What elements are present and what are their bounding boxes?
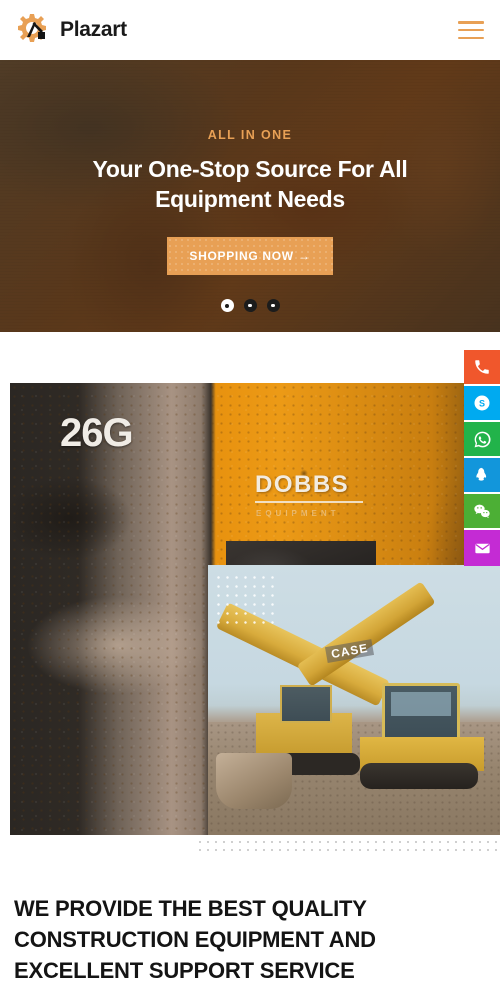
phone-icon[interactable]	[464, 350, 500, 386]
qq-icon[interactable]	[464, 458, 500, 494]
svg-text:S: S	[479, 398, 485, 408]
carousel-dot-1[interactable]	[220, 299, 234, 312]
dot-decoration	[214, 573, 280, 627]
hamburger-menu-icon[interactable]	[458, 20, 484, 40]
shopping-now-button[interactable]: SHOPPING NOW →	[167, 236, 333, 275]
hamburger-bar	[458, 21, 484, 24]
brand-logo-link[interactable]: Plazart	[14, 12, 127, 48]
email-icon[interactable]	[464, 530, 500, 566]
case-excavator-yard-image: CASE	[208, 565, 500, 835]
hero-title: Your One-Stop Source For All Equipment N…	[92, 156, 408, 213]
brand-name: Plazart	[60, 18, 127, 41]
about-heading: WE PROVIDE THE BEST QUALITY CONSTRUCTION…	[14, 896, 376, 984]
dobbs-rule	[255, 501, 363, 503]
social-contact-rail: S	[464, 350, 500, 566]
carousel-dots	[0, 299, 500, 312]
hero-carousel: ALL IN ONE Your One-Stop Source For All …	[0, 60, 500, 332]
wechat-icon[interactable]	[464, 494, 500, 530]
dobbs-brand-text: DOBBS	[255, 471, 350, 498]
plate-number: 26G	[60, 411, 134, 455]
dot-pattern-band	[196, 838, 500, 854]
skype-icon[interactable]: S	[464, 386, 500, 422]
hamburger-bar	[458, 36, 484, 39]
about-media-section: DOBBS EQUIPMENT 26G CASE	[0, 383, 500, 854]
dobbs-sub-text: EQUIPMENT	[256, 509, 340, 518]
whatsapp-icon[interactable]	[464, 422, 500, 458]
hero-eyebrow: ALL IN ONE	[207, 128, 293, 142]
site-header: Plazart	[0, 0, 500, 60]
hamburger-bar	[458, 28, 484, 32]
gear-excavator-logo-icon	[14, 12, 50, 48]
carousel-dot-3[interactable]	[266, 299, 280, 312]
carousel-dot-2[interactable]	[243, 299, 257, 312]
about-section: WE PROVIDE THE BEST QUALITY CONSTRUCTION…	[0, 893, 500, 987]
